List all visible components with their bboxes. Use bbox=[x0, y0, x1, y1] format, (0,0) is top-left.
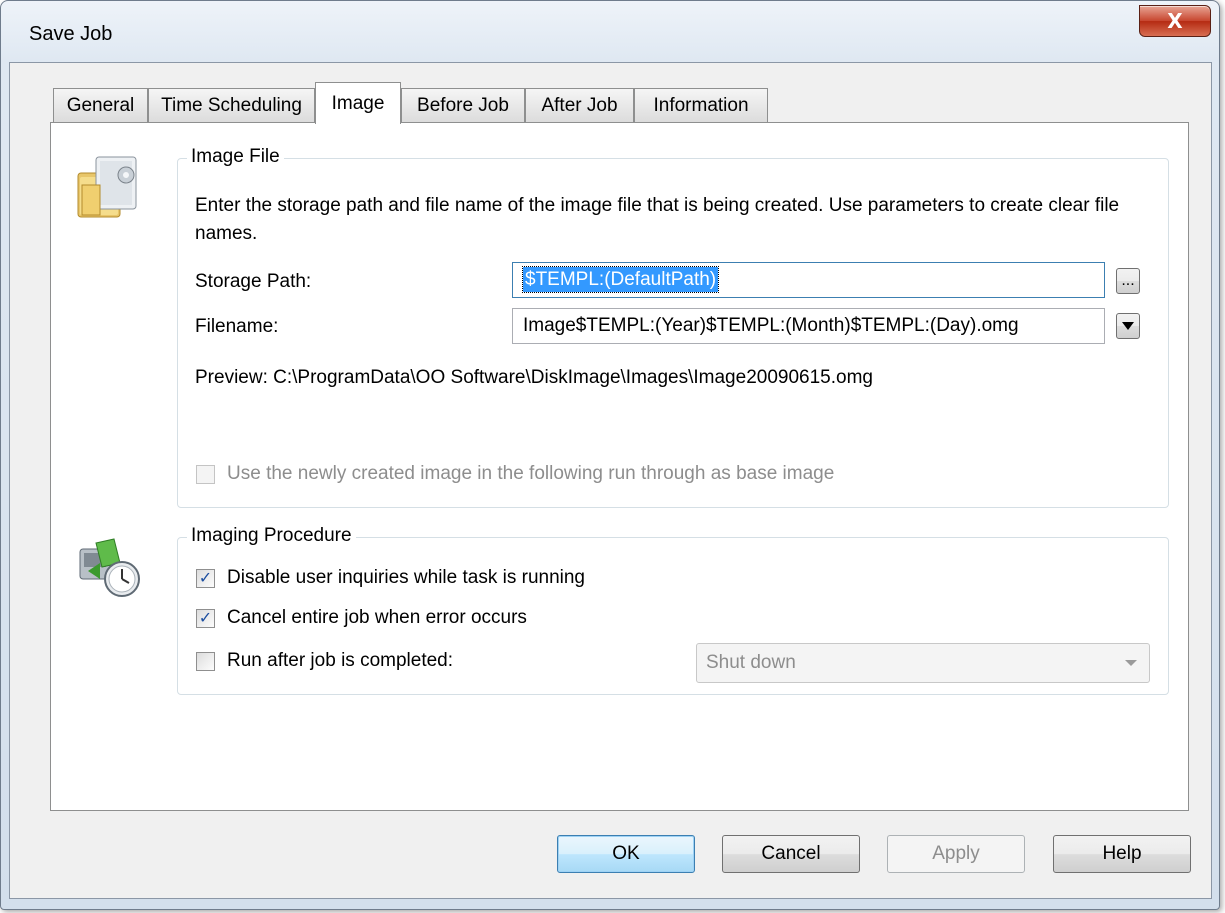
cancel-button[interactable]: Cancel bbox=[722, 835, 860, 873]
image-file-group-title: Image File bbox=[187, 146, 284, 168]
cancel-on-error-label: Cancel entire job when error occurs bbox=[227, 607, 527, 628]
image-file-description: Enter the storage path and file name of … bbox=[195, 195, 1120, 244]
disable-inquiries-checkbox[interactable]: ✓ bbox=[196, 569, 215, 588]
imaging-procedure-group-title: Imaging Procedure bbox=[187, 525, 356, 547]
parameters-dropdown-button[interactable] bbox=[1116, 313, 1140, 339]
tab-time-scheduling[interactable]: Time Scheduling bbox=[148, 88, 315, 122]
filename-preview: Preview: C:\ProgramData\OO Software\Disk… bbox=[195, 367, 873, 388]
folder-image-icon bbox=[77, 156, 137, 218]
filename-label: Filename: bbox=[195, 316, 279, 337]
apply-button[interactable]: Apply bbox=[887, 835, 1025, 873]
storage-path-value: $TEMPL:(DefaultPath) bbox=[521, 266, 720, 293]
run-after-select[interactable]: Shut down bbox=[696, 643, 1150, 683]
run-after-checkbox[interactable] bbox=[196, 652, 215, 671]
base-image-checkbox[interactable] bbox=[196, 465, 215, 484]
filename-input[interactable]: Image$TEMPL:(Year)$TEMPL:(Month)$TEMPL:(… bbox=[512, 308, 1105, 344]
help-button[interactable]: Help bbox=[1053, 835, 1191, 873]
tab-general[interactable]: General bbox=[53, 88, 148, 122]
check-mark-icon: ✓ bbox=[198, 609, 213, 627]
disable-inquiries-label: Disable user inquiries while task is run… bbox=[227, 567, 586, 588]
storage-path-label: Storage Path: bbox=[195, 271, 312, 292]
cancel-on-error-checkbox[interactable]: ✓ bbox=[196, 609, 215, 628]
chevron-down-icon bbox=[1125, 660, 1137, 666]
tab-after-job[interactable]: After Job bbox=[525, 88, 634, 122]
disk-clock-icon bbox=[79, 538, 140, 597]
browse-button[interactable]: ... bbox=[1116, 268, 1140, 294]
tab-before-job[interactable]: Before Job bbox=[401, 88, 525, 122]
tab-information[interactable]: Information bbox=[634, 88, 768, 122]
base-image-label: Use the newly created image in the follo… bbox=[227, 463, 835, 484]
ok-button[interactable]: OK bbox=[557, 835, 695, 873]
close-button[interactable]: X bbox=[1139, 5, 1211, 37]
close-icon: X bbox=[1167, 9, 1183, 33]
storage-path-input[interactable]: $TEMPL:(DefaultPath) bbox=[512, 262, 1105, 298]
run-after-select-value: Shut down bbox=[706, 652, 796, 673]
chevron-down-icon bbox=[1122, 322, 1134, 330]
tab-image[interactable]: Image bbox=[315, 82, 401, 124]
check-mark-icon: ✓ bbox=[198, 569, 213, 587]
run-after-label: Run after job is completed: bbox=[227, 650, 454, 671]
window-title: Save Job bbox=[29, 23, 113, 45]
